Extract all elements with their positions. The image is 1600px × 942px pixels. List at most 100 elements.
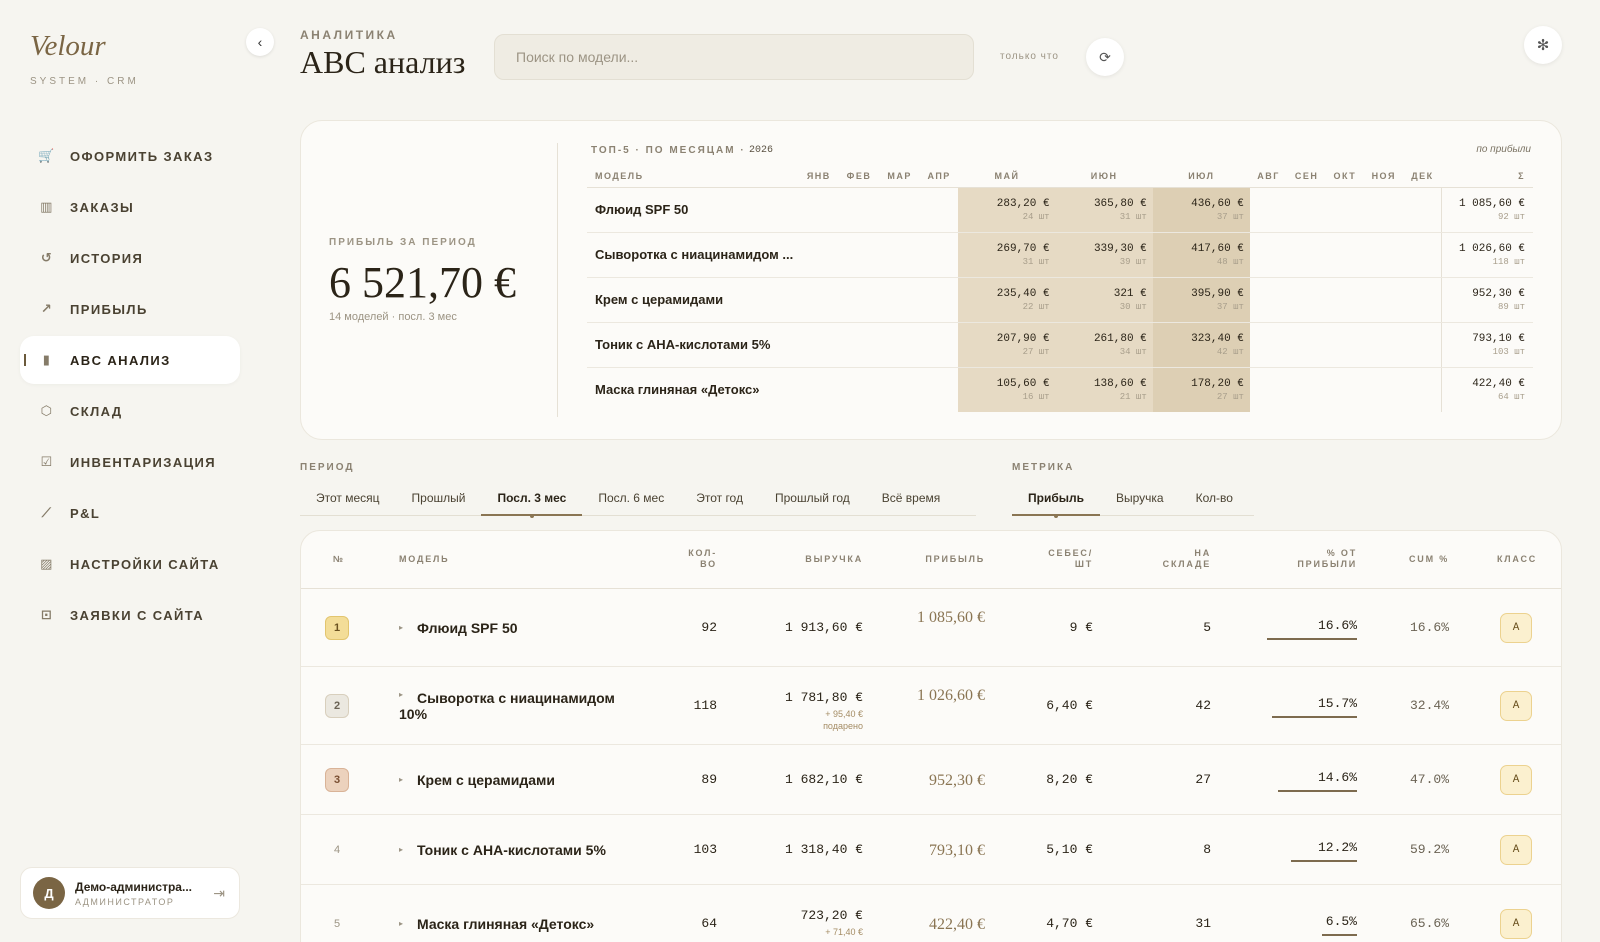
sidebar-item[interactable]: ↺ ИСТОРИЯ [20, 234, 240, 282]
profit-share: 14.6% [1317, 770, 1357, 785]
col-stock-line2: СКЛАДЕ [1162, 559, 1211, 569]
sidebar-item[interactable]: 🛒 ОФОРМИТЬ ЗАКАЗ [20, 132, 240, 180]
logout-icon[interactable]: ⇥ [213, 885, 225, 902]
sidebar-item[interactable]: ☑ ИНВЕНТАРИЗАЦИЯ [20, 438, 240, 486]
monthly-cell-qty: 31 шт [1119, 211, 1147, 222]
avatar: Д [33, 877, 65, 909]
col-qty-line2: ВО [700, 559, 717, 569]
monthly-model-name: Флюид SPF 50 [587, 187, 799, 233]
brand-logo[interactable]: Velour [30, 30, 106, 63]
monthly-sum-cell: 1 085,60 €92 шт [1440, 187, 1533, 233]
user-card[interactable]: Д Демо-администра... АДМИНИСТРАТОР ⇥ [20, 867, 240, 919]
sidebar-item[interactable]: ▮ ABC АНАЛИЗ [20, 336, 240, 384]
col-qty[interactable]: КОЛ- ВО [683, 548, 717, 570]
table-row[interactable]: 5 ▸ Маска глиняная «Детокс» 64 723,20 € + 71,… [301, 885, 1561, 942]
monthly-cell: 178,20 €27 шт [1152, 367, 1250, 412]
monthly-row[interactable]: Сыворотка с ниацинамидом ... 269,70 €31 ш… [587, 232, 1533, 278]
table-row[interactable]: 3 ▸ Крем с церамидами 89 1 682,10 € 952,30 € 8… [301, 745, 1561, 815]
monthly-sum-cell: 793,10 €103 шт [1440, 322, 1533, 368]
sidebar-item[interactable]: ↗ ПРИБЫЛЬ [20, 285, 240, 333]
collapse-sidebar-button[interactable]: ‹ [246, 28, 274, 56]
expand-arrow-icon[interactable]: ▸ [399, 919, 403, 928]
monthly-cell-empty [799, 322, 839, 368]
sidebar-item[interactable]: ⬡ СКЛАД [20, 387, 240, 435]
monthly-col-model: МОДЕЛЬ [587, 165, 799, 188]
col-cum[interactable]: CUM % [1397, 554, 1449, 565]
period-profit-value: 6 521,70 € [329, 258, 516, 307]
expand-arrow-icon[interactable]: ▸ [399, 623, 403, 632]
profit-share: 15.7% [1317, 696, 1357, 711]
monthly-row[interactable]: Крем с церамидами 235,40 €22 шт 321 €30 шт… [587, 277, 1533, 323]
period-tab[interactable]: Посл. 3 мес [481, 480, 583, 518]
profit: 952,30 € [929, 772, 985, 789]
gift-amount: + 71,40 € [825, 927, 863, 937]
monthly-row[interactable]: Маска глиняная «Детокс» 105,60 €16 шт 138,… [587, 367, 1533, 412]
col-cost[interactable]: СЕБЕС/ШТ [1041, 548, 1093, 570]
period-tab[interactable]: Прошлый [396, 480, 482, 515]
table-row[interactable]: 4 ▸ Тоник с AHA-кислотами 5% 103 1 318,40 € 7… [301, 815, 1561, 885]
sidebar-item[interactable]: ⟋ P&L [20, 489, 240, 537]
monthly-col-month: АПР [919, 165, 959, 188]
revenue: 1 682,10 € [784, 772, 863, 787]
period-tab[interactable]: Прошлый год [759, 480, 866, 515]
model-name[interactable]: Сыворотка с ниацинамидом 10% [399, 690, 619, 722]
col-model[interactable]: МОДЕЛЬ [399, 554, 449, 565]
expand-arrow-icon[interactable]: ▸ [399, 845, 403, 854]
period-tab[interactable]: Этот месяц [300, 480, 396, 515]
model-name[interactable]: Тоник с AHA-кислотами 5% [417, 842, 637, 858]
period-tab[interactable]: Всё время [866, 480, 956, 515]
settings-button[interactable]: ✻ [1524, 26, 1562, 64]
col-class[interactable]: КЛАСС [1497, 554, 1537, 565]
sidebar-item[interactable]: ▨ НАСТРОЙКИ САЙТА [20, 540, 240, 588]
rank-badge: 1 [325, 616, 349, 640]
updated-status: только что [1000, 51, 1059, 62]
col-stock-line1: НА [1194, 548, 1211, 558]
revenue: 723,20 € [800, 908, 863, 923]
monthly-cell-value: 417,60 € [1191, 242, 1244, 255]
line-chart-icon: ⟋ [41, 505, 53, 520]
monthly-cell-empty [1287, 277, 1327, 323]
monthly-cell-qty: 37 шт [1216, 211, 1244, 222]
monthly-cell-value: 105,60 € [996, 377, 1050, 390]
bag-icon: ⊡ [40, 607, 54, 622]
model-name[interactable]: Крем с церамидами [417, 772, 637, 788]
period-tab[interactable]: Этот год [680, 480, 759, 515]
sidebar-item[interactable]: ⊡ ЗАЯВКИ С САЙТА [20, 591, 240, 639]
col-stock[interactable]: НА СКЛАДЕ [1149, 548, 1211, 570]
bar-chart-icon: ▮ [42, 352, 52, 367]
revenue: 1 913,60 € [784, 620, 863, 635]
monthly-sum-qty: 92 шт [1497, 211, 1525, 222]
monthly-cell-qty: 22 шт [1022, 301, 1050, 312]
monthly-sum-value: 1 085,60 € [1458, 197, 1525, 210]
period-tab[interactable]: Посл. 6 мес [582, 480, 680, 515]
monthly-col-month: МАЙ [958, 165, 1056, 188]
metric-tab[interactable]: Кол-во [1180, 480, 1249, 515]
monthly-cell-empty [919, 322, 959, 368]
monthly-cell-value: 339,30 € [1093, 242, 1147, 255]
refresh-button[interactable]: ⟳ [1086, 38, 1124, 76]
chevron-left-icon: ‹ [257, 34, 263, 50]
stock: 42 [1195, 698, 1211, 713]
model-name[interactable]: Маска глиняная «Детокс» [417, 916, 637, 932]
col-profit[interactable]: ПРИБЫЛЬ [923, 554, 985, 565]
refresh-icon: ⟳ [1099, 48, 1111, 65]
monthly-row[interactable]: Флюид SPF 50 283,20 €24 шт 365,80 €31 шт 43… [587, 187, 1533, 233]
search-input[interactable] [494, 34, 974, 80]
table-row[interactable]: 1 ▸ Флюид SPF 50 92 1 913,60 € 1 085,60 € 9 € 5… [301, 589, 1561, 667]
sidebar-item[interactable]: ▥ ЗАКАЗЫ [20, 183, 240, 231]
metric-tab[interactable]: Прибыль [1012, 480, 1100, 518]
col-revenue[interactable]: ВЫРУЧКА [801, 554, 863, 565]
col-share[interactable]: % ОТ ПРИБЫЛИ [1277, 548, 1357, 570]
monthly-col-month: ОКТ [1326, 165, 1364, 188]
expand-arrow-icon[interactable]: ▸ [399, 775, 403, 784]
monthly-sum-qty: 64 шт [1497, 391, 1525, 402]
model-name[interactable]: Флюид SPF 50 [417, 620, 637, 636]
metric-tab[interactable]: Выручка [1100, 480, 1180, 515]
unit-cost: 4,70 € [1046, 916, 1093, 931]
table-row[interactable]: 2 ▸ Сыворотка с ниацинамидом 10% 118 1 781,8… [301, 667, 1561, 745]
col-share-line2: ПРИБЫЛИ [1297, 559, 1357, 569]
quantity: 64 [701, 916, 717, 931]
monthly-cell-qty: 24 шт [1022, 211, 1050, 222]
monthly-row[interactable]: Тоник с AHA-кислотами 5% 207,90 €27 шт 261… [587, 322, 1533, 368]
history-icon: ↺ [40, 250, 54, 265]
